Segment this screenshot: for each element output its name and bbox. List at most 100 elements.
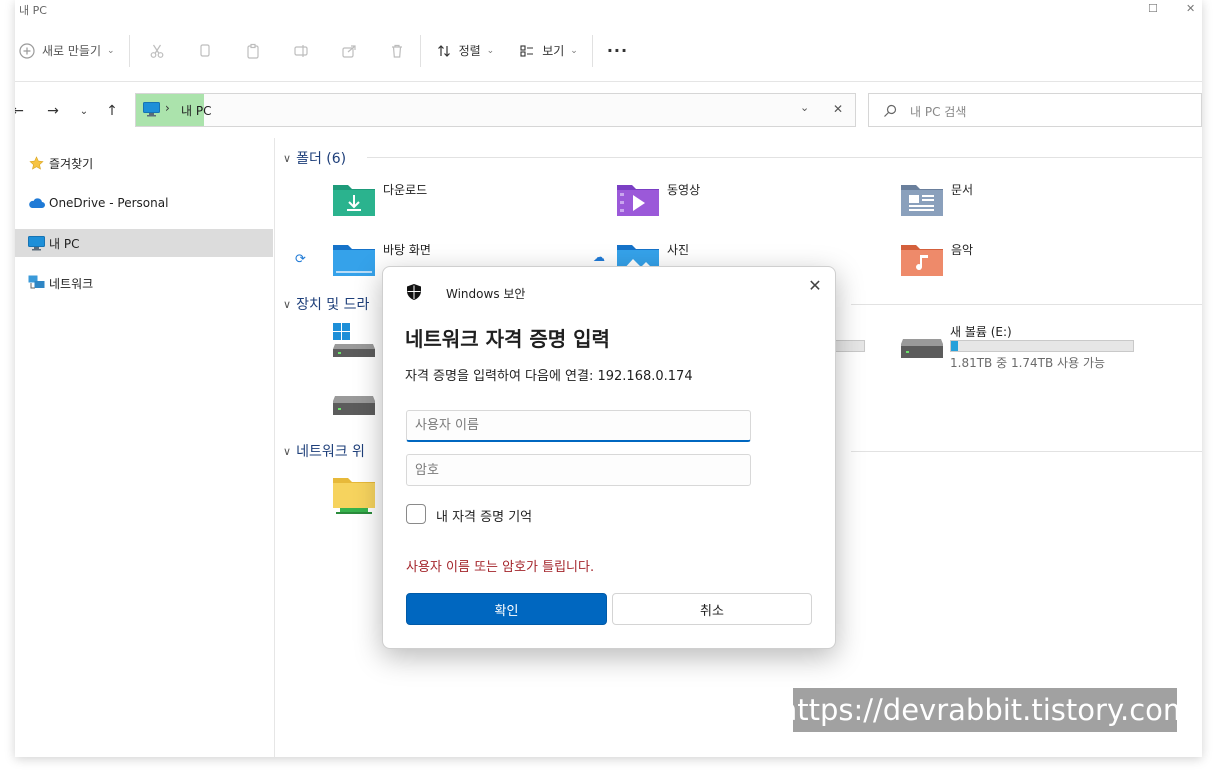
username-field[interactable]	[406, 410, 751, 442]
view-button-label: 보기	[542, 44, 565, 58]
delete-button[interactable]	[388, 31, 406, 71]
sidebar-item-onedrive[interactable]: OneDrive - Personal	[15, 189, 273, 217]
sort-arrows-icon	[435, 42, 453, 60]
folder-item-music[interactable]: 음악	[900, 241, 973, 277]
address-bar[interactable]: › 내 PC ⌄ ✕	[135, 93, 856, 127]
sidebar-item-this-pc[interactable]: 내 PC	[15, 229, 273, 257]
close-icon[interactable]: ✕	[805, 275, 825, 295]
up-arrow-icon[interactable]: ↑	[103, 102, 121, 120]
devices-group-label: 장치 및 드라	[296, 297, 370, 313]
chevron-down-icon: ⌄	[107, 45, 115, 56]
rename-icon	[292, 42, 310, 60]
drive-item-e[interactable]	[900, 334, 944, 364]
copy-button[interactable]	[196, 31, 214, 71]
ok-button[interactable]: 확인	[406, 593, 607, 625]
network-folder-icon	[333, 478, 375, 514]
videos-folder-icon	[617, 185, 659, 216]
network-icon	[27, 274, 45, 292]
chevron-down-icon: ∨	[283, 297, 292, 311]
chevron-down-icon: ⌄	[570, 45, 578, 56]
credential-dialog: Windows 보안 ✕ 네트워크 자격 증명 입력 자격 증명을 입력하여 다…	[382, 266, 836, 649]
chevron-down-icon: ∨	[283, 151, 292, 165]
folder-label: 문서	[951, 183, 974, 197]
title-bar: 내 PC ☐ ✕	[15, 0, 1202, 18]
chevron-down-icon: ⌄	[486, 45, 495, 56]
scissors-icon	[148, 42, 166, 60]
group-divider	[851, 451, 1202, 452]
star-icon	[27, 154, 45, 172]
remember-credentials-label: 내 자격 증명 기억	[436, 510, 533, 525]
password-field[interactable]	[406, 454, 751, 486]
toolbar-divider	[128, 34, 130, 67]
drive-icon	[333, 396, 375, 415]
dialog-title: 네트워크 자격 증명 입력	[405, 327, 610, 351]
cancel-button[interactable]: 취소	[612, 593, 812, 625]
folder-label: 동영상	[667, 183, 701, 197]
new-button[interactable]: 새로 만들기 ⌄	[18, 31, 115, 71]
remember-credentials-checkbox[interactable]	[406, 504, 426, 524]
watermark: https://devrabbit.tistory.com	[779, 688, 1191, 732]
downloads-folder-icon	[333, 185, 375, 216]
clear-address-icon[interactable]: ✕	[833, 102, 843, 116]
folder-label: 음악	[951, 243, 974, 257]
address-history-chevron-icon[interactable]: ⌄	[800, 101, 809, 114]
group-divider	[367, 157, 1202, 158]
rename-button[interactable]	[292, 31, 310, 71]
sidebar-item-network[interactable]: 네트워크	[15, 269, 273, 297]
new-button-label: 새로 만들기	[42, 44, 102, 58]
drive-e-usage-fill	[951, 341, 959, 351]
drive-item-d[interactable]	[332, 391, 376, 421]
sidebar-item-label: 네트워크	[49, 276, 94, 291]
folder-item-documents[interactable]: 문서	[900, 181, 973, 217]
search-icon	[883, 103, 897, 122]
folder-item-videos[interactable]: 동영상	[616, 181, 700, 217]
windows-drive-icon	[333, 323, 375, 357]
cut-button[interactable]	[148, 31, 166, 71]
sort-button-label: 정렬	[458, 44, 481, 58]
maximize-icon[interactable]: ☐	[1148, 2, 1162, 16]
folder-item-downloads[interactable]: 다운로드	[332, 181, 427, 217]
dialog-description: 자격 증명을 입력하여 다음에 연결: 192.168.0.174	[405, 369, 693, 384]
cloud-status-icon: ☁	[593, 250, 605, 264]
dialog-brand: Windows 보안	[446, 287, 526, 301]
view-list-icon	[518, 42, 536, 60]
sidebar-item-label: OneDrive - Personal	[49, 196, 169, 210]
network-group-label: 네트워크 위	[296, 444, 365, 460]
devices-group-header[interactable]: ∨ 장치 및 드라	[283, 294, 369, 314]
recent-chevron-icon[interactable]: ⌄	[75, 102, 93, 120]
share-button[interactable]	[340, 31, 358, 71]
navigation-pane: 즐겨찾기 OneDrive - Personal 내 PC 네트워크	[15, 138, 275, 757]
group-divider	[851, 304, 1202, 305]
documents-folder-icon	[901, 185, 943, 216]
drive-icon	[901, 339, 943, 358]
cloud-icon	[27, 194, 45, 212]
shield-icon	[407, 284, 421, 300]
search-box[interactable]: 내 PC 검색	[868, 93, 1202, 127]
search-placeholder: 내 PC 검색	[910, 105, 967, 119]
back-arrow-icon[interactable]: ←	[15, 102, 27, 120]
chevron-down-icon: ∨	[283, 444, 292, 458]
breadcrumb-chevron-icon: ›	[165, 101, 170, 115]
sidebar-item-favorites[interactable]: 즐겨찾기	[15, 149, 273, 177]
address-row: ← → ⌄ ↑ › 내 PC ⌄ ✕ 내 PC 검색	[15, 82, 1202, 136]
music-folder-icon	[901, 245, 943, 276]
forward-arrow-icon[interactable]: →	[44, 102, 62, 120]
folders-group-label: 폴더 (6)	[296, 151, 347, 167]
breadcrumb-current[interactable]: 내 PC	[181, 102, 211, 119]
drive-item-c[interactable]	[332, 322, 376, 362]
folders-group-header[interactable]: ∨ 폴더 (6)	[283, 148, 346, 168]
toolbar-divider	[419, 34, 421, 67]
copy-icon	[196, 42, 214, 60]
sidebar-item-label: 내 PC	[49, 236, 80, 251]
more-options-button[interactable]: ···	[607, 31, 628, 71]
paste-button[interactable]	[244, 31, 262, 71]
network-location-item[interactable]	[332, 476, 376, 520]
close-window-icon[interactable]: ✕	[1186, 2, 1200, 16]
error-message: 사용자 이름 또는 암호가 틀립니다.	[406, 560, 595, 575]
network-group-header[interactable]: ∨ 네트워크 위	[283, 441, 365, 461]
drive-e-usage-bar	[950, 340, 1134, 352]
command-bar: 새로 만들기 ⌄ 정렬 ⌄ 보기 ⌄ ···	[15, 20, 1202, 82]
sort-button[interactable]: 정렬 ⌄	[435, 31, 495, 71]
view-button[interactable]: 보기 ⌄	[518, 31, 578, 71]
folder-label: 다운로드	[383, 183, 428, 197]
